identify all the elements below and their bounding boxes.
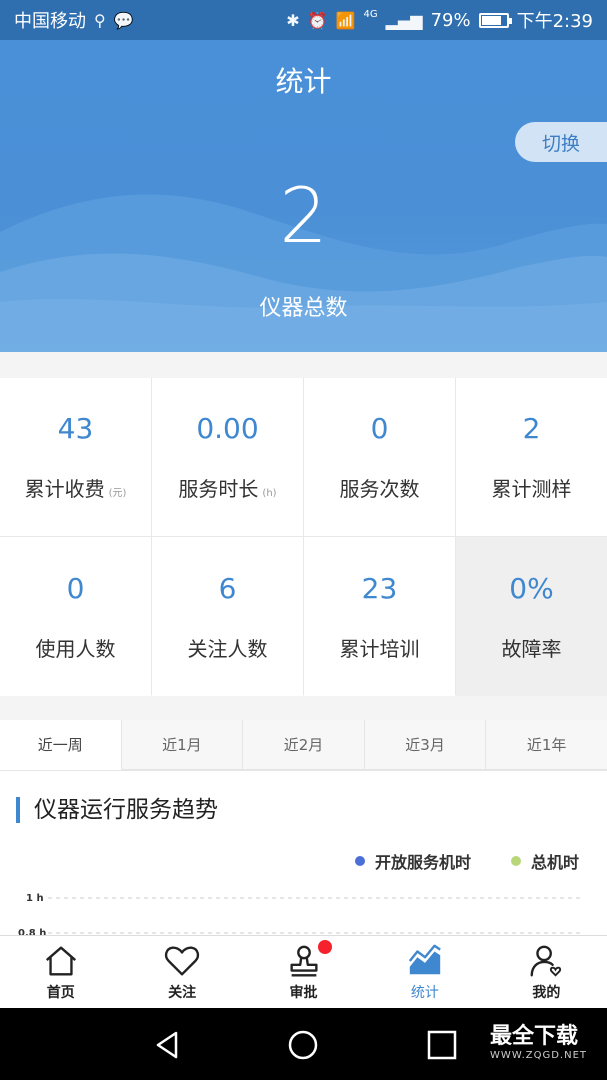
stat-label: 关注人数 <box>187 636 268 661</box>
range-tabs: 近一周 近1月 近2月 近3月 近1年 <box>0 720 607 771</box>
bottom-nav: 首页 关注 审批 统计 我的 <box>0 935 607 1008</box>
instrument-total-value: 2 <box>279 171 328 260</box>
stat-label: 服务次数 <box>339 477 420 501</box>
nav-follow[interactable]: 关注 <box>121 936 242 1008</box>
switch-button[interactable]: 切换 <box>515 122 607 162</box>
stat-value: 23 <box>361 571 398 605</box>
legend-label: 总机时 <box>530 853 579 872</box>
battery-percent: 79% <box>430 9 471 31</box>
page-title: 统计 <box>275 65 332 98</box>
nav-statistics[interactable]: 统计 <box>364 936 485 1008</box>
y-tick-label: 1 h <box>26 893 44 904</box>
system-nav-bar: 最全下载 WWW.ZQGD.NET <box>0 1008 607 1080</box>
stat-label: 累计培训 <box>339 636 420 661</box>
message-icon: 💬 <box>113 10 134 30</box>
nav-approval[interactable]: 审批 <box>243 936 364 1008</box>
stat-label: 服务时长 (h) <box>178 477 277 501</box>
stat-cumulative-samples[interactable]: 2 累计测样 <box>456 378 607 536</box>
legend-label: 开放服务机时 <box>374 853 471 872</box>
tab-last-week[interactable]: 近一周 <box>0 720 122 770</box>
user-icon <box>530 945 562 977</box>
stat-service-count[interactable]: 0 服务次数 <box>304 378 455 536</box>
stats-grid: 43 累计收费 (元) 0.00 服务时长 (h) 0 服务次数 2 累计测样 0 … <box>0 378 607 696</box>
notification-badge <box>318 940 333 954</box>
tab-last-1-year[interactable]: 近1年 <box>486 720 607 770</box>
stat-label: 累计收费 (元) <box>24 477 127 501</box>
stat-label: 故障率 <box>501 636 562 661</box>
tab-last-3-months[interactable]: 近3月 <box>364 720 487 770</box>
stat-label: 使用人数 <box>35 636 116 661</box>
legend-open-service-hours[interactable]: 开放服务机时 <box>354 849 471 873</box>
nav-label: 审批 <box>289 985 318 1001</box>
usb-icon: ⚲ <box>94 10 106 30</box>
stamp-icon <box>289 945 318 977</box>
chart-title: 仪器运行服务趋势 <box>16 797 218 823</box>
bluetooth-icon: ✱ <box>286 10 300 30</box>
wifi-icon: 📶 <box>335 10 356 30</box>
tab-last-2-months[interactable]: 近2月 <box>243 720 365 770</box>
nav-label: 关注 <box>168 985 197 1001</box>
stats-header: 统计 切换 2 仪器总数 <box>0 40 607 352</box>
legend-dot <box>510 856 521 866</box>
stat-value: 2 <box>522 412 541 445</box>
stat-service-duration[interactable]: 0.00 服务时长 (h) <box>152 378 303 536</box>
stat-user-count[interactable]: 0 使用人数 <box>0 537 151 696</box>
nav-label: 统计 <box>410 985 439 1001</box>
chart-icon <box>408 944 441 975</box>
legend-total-hours[interactable]: 总机时 <box>510 849 579 873</box>
stat-cumulative-charge[interactable]: 43 累计收费 (元) <box>0 378 151 536</box>
stat-unit: (元) <box>108 488 127 499</box>
trend-chart: 1 h 0.8 h <box>18 893 580 936</box>
clock: 下午2:39 <box>516 11 593 32</box>
stat-cumulative-training[interactable]: 23 累计培训 <box>304 537 455 696</box>
tab-last-1-month[interactable]: 近1月 <box>121 720 244 770</box>
stat-unit: (h) <box>262 488 277 499</box>
legend-dot <box>354 856 365 866</box>
nav-label: 我的 <box>532 985 561 1001</box>
stat-value: 0% <box>509 571 554 605</box>
carrier-name: 中国移动 <box>14 11 86 32</box>
stat-follower-count[interactable]: 6 关注人数 <box>152 537 303 696</box>
nav-label: 首页 <box>46 985 75 1001</box>
stat-value: 0 <box>66 571 85 605</box>
signal-icon: ▂▄▆ <box>385 10 423 30</box>
battery-icon <box>478 12 512 28</box>
home-icon <box>45 946 76 976</box>
heart-icon <box>164 946 200 976</box>
status-bar: 中国移动 ⚲ 💬 ✱ ⏰ 📶 4G ▂▄▆ 79% 下午2:39 <box>0 0 607 40</box>
watermark-logo: 最全下载 WWW.ZQGD.NET <box>490 1024 587 1061</box>
home-button-icon[interactable] <box>286 1028 320 1062</box>
stat-value: 6 <box>218 571 237 605</box>
stat-failure-rate[interactable]: 0% 故障率 <box>456 537 607 696</box>
nav-mine[interactable]: 我的 <box>486 936 607 1008</box>
stat-value: 0 <box>370 412 389 445</box>
stat-label: 累计测样 <box>491 477 572 501</box>
chart-legend: 开放服务机时 总机时 <box>354 849 579 873</box>
instrument-total-label: 仪器总数 <box>259 296 348 321</box>
back-icon[interactable] <box>150 1028 184 1062</box>
nav-home[interactable]: 首页 <box>0 936 121 1008</box>
alarm-icon: ⏰ <box>307 10 328 30</box>
network-type: 4G <box>363 9 378 20</box>
trend-chart-section: 仪器运行服务趋势 开放服务机时 总机时 1 h 0.8 h <box>0 771 607 936</box>
stat-value: 0.00 <box>196 412 259 445</box>
recents-icon[interactable] <box>425 1028 459 1062</box>
stat-value: 43 <box>57 412 94 445</box>
